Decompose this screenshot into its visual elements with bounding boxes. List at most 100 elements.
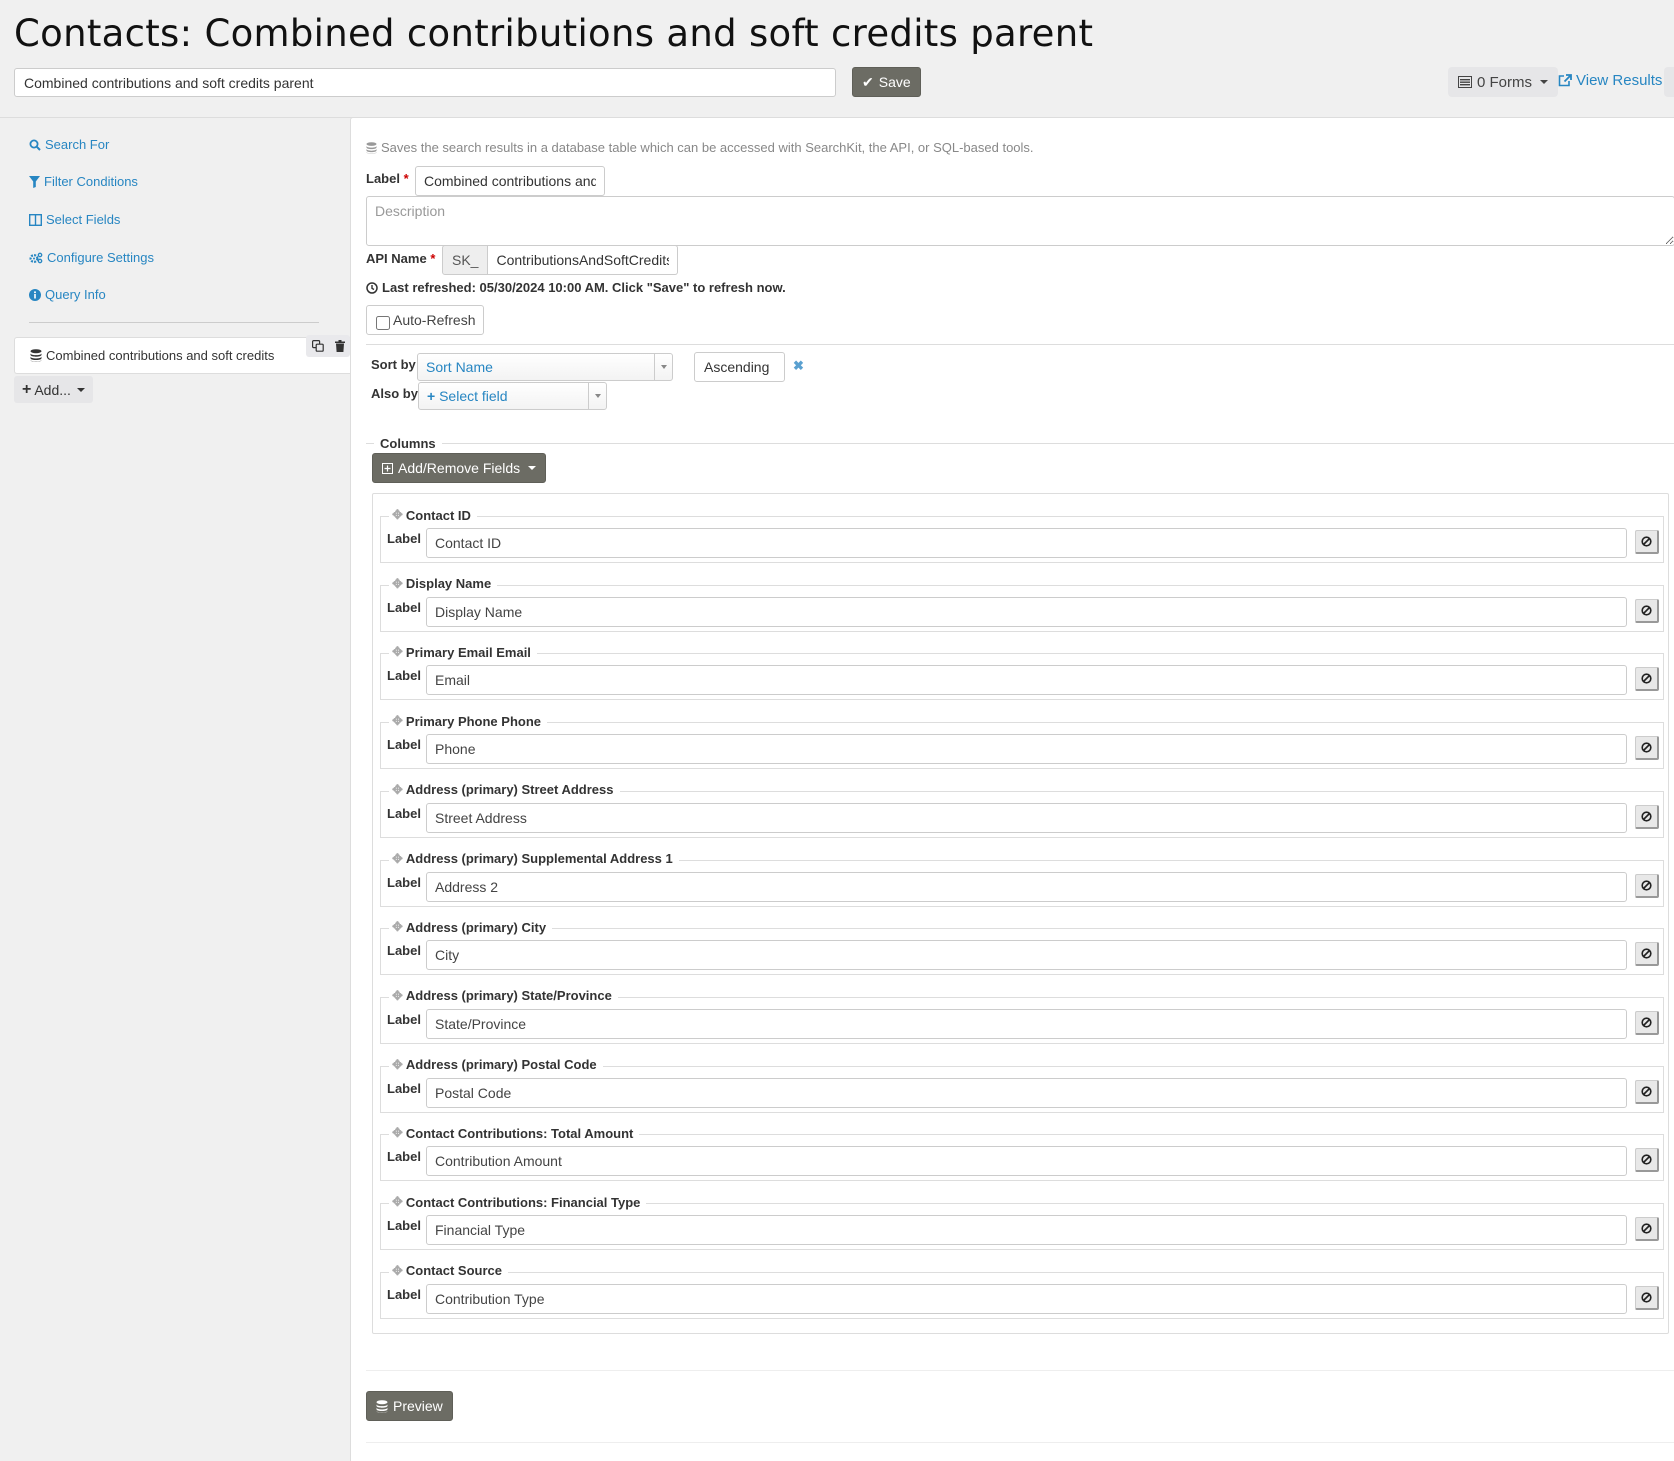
- move-handle-icon[interactable]: ✥: [392, 919, 403, 935]
- description-textarea[interactable]: [366, 196, 1674, 246]
- column-label-input[interactable]: [426, 665, 1627, 696]
- api-name-prefix: SK_: [442, 245, 489, 275]
- saved-display-label: Combined contributions and soft credits: [46, 348, 275, 363]
- column-label-caption: Label: [387, 1149, 421, 1165]
- column-label-input[interactable]: [426, 940, 1627, 971]
- api-name-input[interactable]: [488, 245, 679, 275]
- column-label-caption: Label: [387, 805, 421, 821]
- sidebar-item-query-info[interactable]: Query Info: [29, 287, 106, 302]
- column-field-name: Address (primary) Supplemental Address 1: [405, 851, 673, 866]
- sidebar-item-label: Query Info: [45, 287, 106, 302]
- move-handle-icon[interactable]: ✥: [392, 1263, 403, 1279]
- column-label-input[interactable]: [426, 1077, 1627, 1108]
- column-label-input[interactable]: [426, 734, 1627, 765]
- disable-column-button[interactable]: [1635, 942, 1659, 967]
- columns-legend: Columns: [366, 436, 1674, 451]
- move-handle-icon[interactable]: ✥: [392, 1194, 403, 1210]
- trash-icon[interactable]: [334, 340, 345, 352]
- more-button-edge[interactable]: [1664, 67, 1674, 97]
- ban-icon: [1641, 948, 1652, 959]
- disable-column-button[interactable]: [1635, 1148, 1659, 1173]
- disable-column-button[interactable]: [1635, 804, 1659, 829]
- column-label-input[interactable]: [426, 596, 1627, 627]
- move-handle-icon[interactable]: ✥: [392, 644, 403, 660]
- column-label-caption: Label: [387, 874, 421, 890]
- column-label-input[interactable]: [426, 1146, 1627, 1177]
- display-label-input[interactable]: [415, 166, 605, 196]
- column-label-caption: Label: [387, 1080, 421, 1096]
- column-field-name: Primary Email Email: [405, 644, 531, 660]
- last-refreshed-note: Last refreshed: 05/30/2024 10:00 AM. Cli…: [366, 280, 786, 295]
- ban-icon: [1641, 1154, 1652, 1165]
- column-item: ✥ Address (primary) Street Address Label: [380, 781, 1664, 838]
- disable-column-button[interactable]: [1635, 1079, 1659, 1104]
- plus-icon: +: [427, 388, 436, 404]
- column-label-caption: Label: [387, 943, 421, 959]
- add-display-button[interactable]: + Add...: [14, 376, 93, 403]
- sort-direction-select[interactable]: Ascending: [694, 352, 785, 382]
- column-label-input[interactable]: [426, 1283, 1627, 1314]
- ban-icon: [1641, 673, 1652, 684]
- sidebar-item-configure-settings[interactable]: Configure Settings: [29, 250, 154, 265]
- sidebar-item-search-for[interactable]: Search For: [29, 137, 109, 152]
- disable-column-button[interactable]: [1635, 667, 1659, 692]
- disable-column-button[interactable]: [1635, 530, 1659, 554]
- column-label-caption: Label: [387, 599, 421, 615]
- label-field-label: Label *: [366, 171, 409, 186]
- column-item: ✥ Contact ID Label: [380, 507, 1664, 563]
- external-link-icon: [1558, 74, 1572, 87]
- disable-column-button[interactable]: [1635, 873, 1659, 898]
- disable-column-button[interactable]: [1635, 598, 1659, 623]
- main-panel: Saves the search results in a database t…: [350, 117, 1674, 1461]
- column-label-input[interactable]: [426, 1008, 1627, 1039]
- move-handle-icon[interactable]: ✥: [392, 576, 403, 592]
- column-legend: ✥ Primary Email Email: [389, 644, 537, 661]
- column-item: ✥ Display Name Label: [380, 575, 1664, 632]
- column-label-input[interactable]: [426, 802, 1627, 833]
- save-button[interactable]: ✔ Save: [852, 67, 921, 97]
- move-handle-icon[interactable]: ✥: [392, 1057, 403, 1073]
- move-handle-icon[interactable]: ✥: [392, 988, 403, 1004]
- database-icon: [30, 349, 42, 362]
- auto-refresh-checkbox[interactable]: [376, 316, 390, 330]
- sidebar-item-select-fields[interactable]: Select Fields: [29, 212, 120, 227]
- column-item: ✥ Primary Phone Phone Label: [380, 713, 1664, 770]
- disable-column-button[interactable]: [1635, 736, 1659, 761]
- ban-icon: [1641, 1017, 1652, 1028]
- sort-field-select[interactable]: Sort Name: [417, 353, 673, 381]
- forms-dropdown-button[interactable]: 0 Forms: [1448, 67, 1559, 97]
- move-handle-icon[interactable]: ✥: [392, 851, 403, 867]
- add-remove-fields-button[interactable]: Add/Remove Fields: [372, 453, 547, 483]
- auto-refresh-toggle[interactable]: Auto-Refresh: [366, 305, 485, 335]
- column-field-name: Address (primary) State/Province: [405, 988, 612, 1004]
- move-handle-icon[interactable]: ✥: [392, 782, 403, 798]
- remove-sort-icon[interactable]: ✖: [793, 358, 804, 374]
- legend-line: [366, 443, 374, 444]
- database-icon: [366, 141, 377, 154]
- column-label-input[interactable]: [426, 528, 1627, 558]
- move-handle-icon[interactable]: ✥: [392, 713, 403, 729]
- view-results-link[interactable]: View Results: [1558, 72, 1662, 89]
- sort-by-label: Sort by: [371, 357, 416, 372]
- also-by-select[interactable]: + Select field: [418, 382, 607, 410]
- column-field-name: Contact Contributions: Total Amount: [405, 1125, 634, 1141]
- divider: [366, 1442, 1674, 1443]
- column-label-input[interactable]: [426, 1215, 1627, 1245]
- help-text: Saves the search results in a database t…: [366, 140, 1034, 155]
- disable-column-button[interactable]: [1635, 1285, 1659, 1310]
- column-legend: ✥ Primary Phone Phone: [389, 713, 547, 730]
- column-label-input[interactable]: [426, 871, 1627, 902]
- saved-display-item[interactable]: Combined contributions and soft credits: [14, 337, 350, 374]
- disable-column-button[interactable]: [1635, 1217, 1659, 1241]
- disable-column-button[interactable]: [1635, 1010, 1659, 1035]
- search-title-input[interactable]: [14, 68, 836, 97]
- move-handle-icon[interactable]: ✥: [392, 507, 403, 523]
- label-caption: Label: [366, 171, 400, 186]
- caret-down-icon: [76, 387, 85, 392]
- filter-icon: [29, 175, 40, 188]
- copy-icon[interactable]: [311, 340, 324, 352]
- move-handle-icon[interactable]: ✥: [392, 1125, 403, 1141]
- preview-button[interactable]: Preview: [366, 1391, 453, 1421]
- column-item: ✥ Contact Contributions: Financial Type La…: [380, 1194, 1664, 1250]
- sidebar-item-filter-conditions[interactable]: Filter Conditions: [29, 174, 138, 189]
